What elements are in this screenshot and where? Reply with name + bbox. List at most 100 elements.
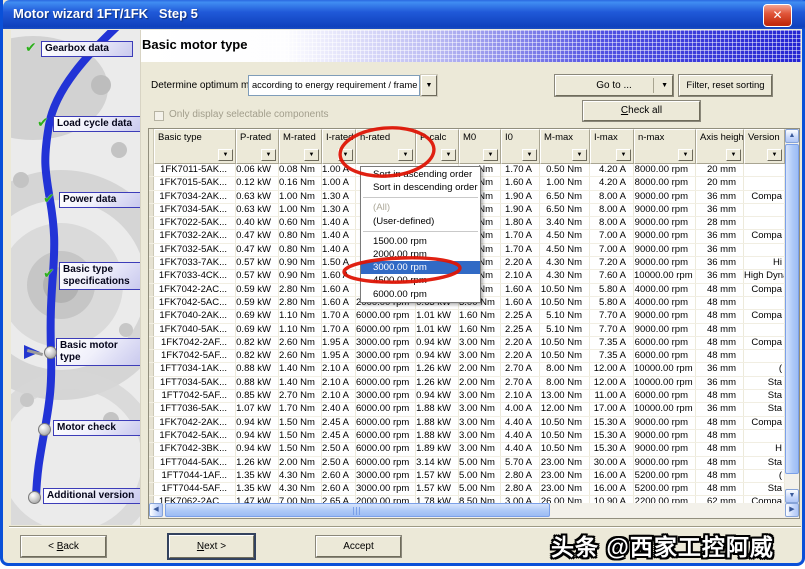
- scroll-down-button[interactable]: ▼: [785, 489, 799, 503]
- table-cell: 2.60 Nm: [279, 337, 322, 349]
- table-row[interactable]: 1FT7044-5AK...1.26 kW2.00 Nm2.50 A6000.0…: [149, 457, 785, 470]
- close-button[interactable]: ✕: [763, 4, 792, 27]
- table-row[interactable]: 1FT7036-5AK...1.07 kW1.70 Nm2.40 A6000.0…: [149, 403, 785, 416]
- table-cell: 1.40 Nm: [279, 377, 322, 389]
- table-cell: 1.89 kW: [416, 443, 459, 455]
- step-label[interactable]: Additional version: [43, 488, 141, 504]
- menu-item-6000-00-rpm[interactable]: 6000.00 rpm: [361, 288, 480, 301]
- table-cell: 2.60 A: [322, 470, 356, 482]
- table-row[interactable]: 1FK7042-5AF...0.82 kW2.60 Nm1.95 A3000.0…: [149, 350, 785, 363]
- horizontal-scrollbar[interactable]: ◀ ▶: [149, 503, 799, 518]
- column-header-p-calc[interactable]: P-calc▼: [416, 129, 459, 164]
- menu-item-1500-00-rpm[interactable]: 1500.00 rpm: [361, 235, 480, 248]
- column-header-m-max[interactable]: M-max▼: [540, 129, 590, 164]
- menu-item-4500-00-rpm[interactable]: 4500.00 rpm: [361, 274, 480, 287]
- determine-motor-combobox[interactable]: according to energy requirement / frame …: [248, 75, 420, 96]
- check-all-button[interactable]: Check all: [583, 101, 700, 121]
- back-button[interactable]: < Back: [21, 536, 106, 557]
- filter-dropdown-button[interactable]: ▼: [678, 149, 693, 161]
- column-header-basic-type[interactable]: Basic type▼: [154, 129, 236, 164]
- table-cell: 3.00 Nm: [459, 403, 501, 415]
- filter-dropdown-button[interactable]: ▼: [572, 149, 587, 161]
- menu-item--user-defined-[interactable]: (User-defined): [361, 215, 480, 228]
- step-label[interactable]: Motor check: [53, 420, 141, 436]
- table-row[interactable]: 1FT7044-5AF...1.35 kW4.30 Nm2.60 A3000.0…: [149, 483, 785, 496]
- table-row[interactable]: 1FT7034-5AK...0.88 kW1.40 Nm2.10 A6000.0…: [149, 377, 785, 390]
- combobox-dropdown-button[interactable]: ▼: [421, 75, 437, 96]
- filter-reset-sorting-button[interactable]: Filter, reset sorting: [679, 75, 772, 96]
- vertical-scroll-thumb[interactable]: [785, 144, 799, 474]
- column-header-i-rated[interactable]: I-rated▼: [322, 129, 356, 164]
- table-cell: 2.70 A: [501, 363, 540, 375]
- table-row[interactable]: 1FT7042-5AF...0.85 kW2.70 Nm2.10 A3000.0…: [149, 390, 785, 403]
- menu-item-3000-00-rpm[interactable]: 3000.00 rpm: [361, 261, 480, 274]
- filter-dropdown-button[interactable]: ▼: [398, 149, 413, 161]
- scroll-left-button[interactable]: ◀: [149, 503, 163, 517]
- filter-dropdown-button[interactable]: ▼: [616, 149, 631, 161]
- column-header-version[interactable]: Version▼: [744, 129, 785, 164]
- table-cell: 0.12 kW: [236, 177, 279, 189]
- table-row[interactable]: 1FK7062-2AC...1.47 kW7.00 Nm2.65 A2000.0…: [149, 496, 785, 503]
- table-cell: 0.85 kW: [236, 390, 279, 402]
- table-row[interactable]: 1FK7040-2AK...0.69 kW1.10 Nm1.70 A6000.0…: [149, 310, 785, 323]
- filter-dropdown-button[interactable]: ▼: [522, 149, 537, 161]
- horizontal-scroll-thumb[interactable]: [165, 503, 550, 517]
- table-cell: 1.88 kW: [416, 403, 459, 415]
- filter-dropdown-button[interactable]: ▼: [304, 149, 319, 161]
- table-row[interactable]: 1FK7042-3BK...0.94 kW1.50 Nm2.50 A6000.0…: [149, 443, 785, 456]
- go-to-button[interactable]: Go to ... ▼: [555, 75, 673, 96]
- column-header-m-rated[interactable]: M-rated▼: [279, 129, 322, 164]
- scroll-up-button[interactable]: ▲: [785, 129, 799, 143]
- table-row[interactable]: 1FK7042-2AK...0.94 kW1.50 Nm2.45 A6000.0…: [149, 417, 785, 430]
- table-row[interactable]: 1FK7040-5AK...0.69 kW1.10 Nm1.70 A6000.0…: [149, 324, 785, 337]
- table-cell: 1.60 A: [322, 270, 356, 282]
- menu-item-sort-in-ascending-order[interactable]: Sort in ascending order: [361, 168, 480, 181]
- column-header-i-max[interactable]: I-max▼: [590, 129, 634, 164]
- table-cell: 0.82 kW: [236, 337, 279, 349]
- accept-button[interactable]: Accept: [316, 536, 401, 557]
- filter-dropdown-button[interactable]: ▼: [767, 149, 782, 161]
- next-button[interactable]: Next >: [169, 535, 254, 558]
- table-cell: 1.00 A: [322, 164, 356, 176]
- column-header-n-max[interactable]: n-max▼: [634, 129, 696, 164]
- step-label[interactable]: Load cycle data: [53, 116, 141, 132]
- table-cell: High Dyna: [744, 270, 785, 282]
- table-cell: 1.60 A: [322, 297, 356, 309]
- menu-item-sort-in-descending-order[interactable]: Sort in descending order: [361, 181, 480, 194]
- column-header-n-rated[interactable]: n-rated▼: [356, 129, 416, 164]
- menu-item-2000-00-rpm[interactable]: 2000.00 rpm: [361, 248, 480, 261]
- scroll-right-button[interactable]: ▶: [785, 503, 799, 517]
- table-cell: 0.94 kW: [236, 443, 279, 455]
- table-cell: 1.47 kW: [236, 496, 279, 503]
- column-header-i0[interactable]: I0▼: [501, 129, 540, 164]
- scroll-thumb-grip: [353, 507, 362, 515]
- table-cell: 23.00 Nm: [540, 483, 590, 495]
- column-header-label: M0: [463, 132, 476, 143]
- filter-dropdown-button[interactable]: ▼: [338, 149, 353, 161]
- table-row[interactable]: 1FK7042-5AK...0.94 kW1.50 Nm2.45 A6000.0…: [149, 430, 785, 443]
- vertical-scrollbar[interactable]: ▲ ▼: [785, 129, 799, 503]
- table-cell: 10.50 Nm: [540, 443, 590, 455]
- table-row[interactable]: 1FT7044-1AF...1.35 kW4.30 Nm2.60 A3000.0…: [149, 470, 785, 483]
- column-header-axis-height[interactable]: Axis height▼: [696, 129, 744, 164]
- step-label[interactable]: Gearbox data: [41, 41, 133, 57]
- menu-item--all-[interactable]: (All): [361, 201, 480, 214]
- step-label[interactable]: Basic type specifications: [59, 262, 141, 290]
- filter-dropdown-button[interactable]: ▼: [441, 149, 456, 161]
- filter-dropdown-button[interactable]: ▼: [726, 149, 741, 161]
- filter-dropdown-button[interactable]: ▼: [261, 149, 276, 161]
- wizard-step-gearbox-data: ✔Gearbox data: [41, 41, 133, 57]
- column-header-p-rated[interactable]: P-rated▼: [236, 129, 279, 164]
- table-cell: 1FK7034-2AK...: [154, 191, 236, 203]
- filter-dropdown-button[interactable]: ▼: [483, 149, 498, 161]
- column-header-m0[interactable]: M0 ▼: [459, 129, 501, 164]
- table-row[interactable]: 1FT7034-1AK...0.88 kW1.40 Nm2.10 A6000.0…: [149, 363, 785, 376]
- only-display-selectable-checkbox[interactable]: [154, 111, 164, 121]
- table-cell: Sta: [744, 403, 785, 415]
- step-label[interactable]: Basic motor type: [56, 338, 141, 366]
- filter-dropdown-button[interactable]: ▼: [218, 149, 233, 161]
- table-cell: 12.00 Nm: [540, 403, 590, 415]
- step-label[interactable]: Power data: [59, 192, 141, 208]
- table-row[interactable]: 1FK7042-2AF...0.82 kW2.60 Nm1.95 A3000.0…: [149, 337, 785, 350]
- table-cell: 4.20 A: [590, 164, 634, 176]
